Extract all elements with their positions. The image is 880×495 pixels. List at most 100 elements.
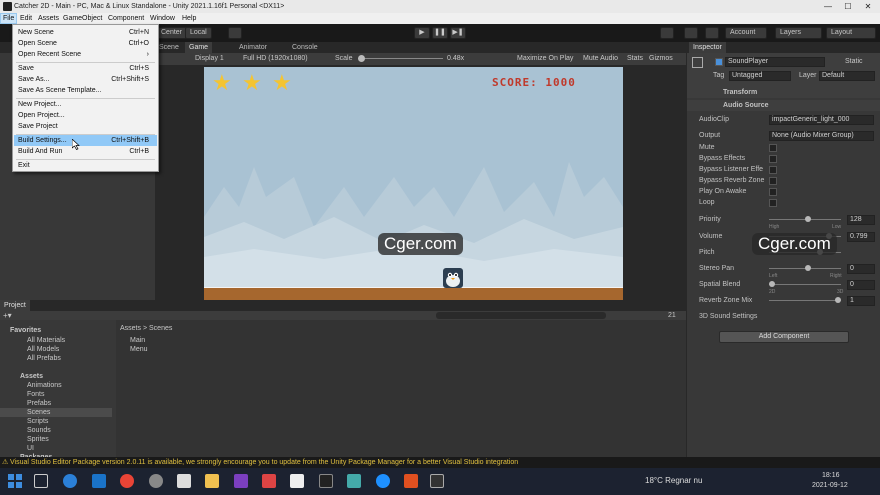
spatial-blend-slider[interactable] xyxy=(769,281,841,287)
folder-ui[interactable]: UI xyxy=(0,444,112,453)
breadcrumb-assets[interactable]: Assets xyxy=(120,325,141,332)
settings-gear-icon[interactable] xyxy=(149,474,163,488)
play-on-awake-checkbox[interactable] xyxy=(769,188,777,196)
menu-file[interactable]: File xyxy=(0,13,18,24)
menu-help[interactable]: Help xyxy=(180,13,198,24)
folder-fonts[interactable]: Fonts xyxy=(0,390,112,399)
menu-build-and-run[interactable]: Build And Run Ctrl+B xyxy=(14,146,157,157)
audio-source-component-header[interactable]: Audio Source xyxy=(687,100,880,111)
menu-assets[interactable]: Assets xyxy=(36,13,61,24)
gizmos-dropdown[interactable]: Gizmos xyxy=(649,53,673,65)
stats-toggle[interactable]: Stats xyxy=(627,53,643,65)
favorites-header[interactable]: Favorites xyxy=(0,326,112,335)
tab-animator[interactable]: Animator xyxy=(235,42,271,53)
store-icon[interactable] xyxy=(177,474,191,488)
tab-scene[interactable]: Scene xyxy=(155,42,183,53)
audioclip-field[interactable]: impactGeneric_light_000 xyxy=(769,115,874,125)
volume-field[interactable]: 0.799 xyxy=(847,232,875,242)
file-explorer-icon[interactable] xyxy=(205,474,219,488)
create-plus-button[interactable]: +▾ xyxy=(3,311,12,320)
reverb-zone-field[interactable]: 1 xyxy=(847,296,875,306)
object-active-checkbox[interactable] xyxy=(715,58,723,66)
clock-time[interactable]: 18:16 xyxy=(822,472,840,479)
static-toggle[interactable]: Static xyxy=(845,58,863,65)
folder-scripts[interactable]: Scripts xyxy=(0,417,112,426)
loop-checkbox[interactable] xyxy=(769,199,777,207)
step-button[interactable]: ▶❚ xyxy=(450,27,466,39)
close-button[interactable]: ✕ xyxy=(858,0,878,13)
fav-all-prefabs[interactable]: All Prefabs xyxy=(0,354,112,363)
visual-studio-icon[interactable] xyxy=(234,474,248,488)
layers-dropdown[interactable]: Layers xyxy=(775,27,822,39)
tab-console[interactable]: Console xyxy=(288,42,322,53)
3d-sound-settings-foldout[interactable]: 3D Sound Settings xyxy=(687,311,880,322)
maximize-button[interactable]: ☐ xyxy=(838,0,858,13)
menu-open-scene[interactable]: Open Scene Ctrl+O xyxy=(14,38,157,49)
priority-slider[interactable] xyxy=(769,216,841,222)
layout-dropdown[interactable]: Layout xyxy=(826,27,876,39)
priority-field[interactable]: 128 xyxy=(847,215,875,225)
tab-inspector[interactable]: Inspector xyxy=(689,42,726,53)
fav-all-models[interactable]: All Models xyxy=(0,345,112,354)
folder-sounds[interactable]: Sounds xyxy=(0,426,112,435)
weather-widget[interactable]: 18°C Regnar nu xyxy=(645,476,702,485)
stereo-pan-slider[interactable] xyxy=(769,265,841,271)
menu-save-as-scene-template[interactable]: Save As Scene Template... xyxy=(14,85,157,96)
add-component-button[interactable]: Add Component xyxy=(719,331,849,343)
output-field[interactable]: None (Audio Mixer Group) xyxy=(769,131,874,141)
project-search-input[interactable] xyxy=(436,312,606,319)
mute-checkbox[interactable] xyxy=(769,144,777,152)
terminal-icon[interactable] xyxy=(319,474,333,488)
assets-folder[interactable]: Assets xyxy=(0,372,112,381)
menu-save-project[interactable]: Save Project xyxy=(14,121,157,132)
folder-scenes[interactable]: Scenes xyxy=(0,408,112,417)
menu-gameobject[interactable]: GameObject xyxy=(61,13,104,24)
menu-exit[interactable]: Exit xyxy=(14,160,157,171)
scene-file-menu[interactable]: Menu xyxy=(130,346,148,353)
ie-icon[interactable] xyxy=(92,474,106,488)
scene-file-main[interactable]: Main xyxy=(130,337,145,344)
account-dropdown[interactable]: Account xyxy=(725,27,767,39)
pause-button[interactable]: ❚❚ xyxy=(432,27,448,39)
bypass-effects-checkbox[interactable] xyxy=(769,155,777,163)
display-dropdown[interactable]: Display 1 xyxy=(195,53,224,65)
folder-sprites[interactable]: Sprites xyxy=(0,435,112,444)
minimize-button[interactable]: — xyxy=(818,0,838,13)
pivot-center-toggle[interactable]: Center xyxy=(156,27,188,39)
breadcrumb-scenes[interactable]: Scenes xyxy=(149,325,172,332)
scale-slider[interactable] xyxy=(358,58,443,59)
layer-dropdown[interactable]: Default xyxy=(819,71,875,81)
status-message[interactable]: Visual Studio Editor Package version 2.0… xyxy=(10,457,518,468)
mute-audio-toggle[interactable]: Mute Audio xyxy=(583,53,618,65)
bypass-reverb-checkbox[interactable] xyxy=(769,177,777,185)
transform-component-header[interactable]: Transform xyxy=(687,87,880,98)
menu-new-project[interactable]: New Project... xyxy=(14,99,157,110)
scale-slider-knob[interactable] xyxy=(358,55,365,62)
object-name-field[interactable]: SoundPlayer xyxy=(725,57,825,67)
tag-dropdown[interactable]: Untagged xyxy=(729,71,791,81)
app-icon[interactable] xyxy=(262,474,276,488)
app-icon-2[interactable] xyxy=(290,474,304,488)
windows-start-icon[interactable] xyxy=(8,474,22,488)
game-canvas[interactable]: ★ ★ ★ SCORE: 1000 Cger.com xyxy=(204,67,623,301)
recorder-icon[interactable] xyxy=(404,474,418,488)
edge-icon[interactable] xyxy=(63,474,77,488)
tab-project[interactable]: Project xyxy=(0,300,30,311)
menu-edit[interactable]: Edit xyxy=(18,13,34,24)
menu-open-project[interactable]: Open Project... xyxy=(14,110,157,121)
search-icon[interactable] xyxy=(660,27,674,39)
collab-icon[interactable] xyxy=(684,27,698,39)
reverb-zone-slider[interactable] xyxy=(769,297,841,303)
menu-save-as[interactable]: Save As... Ctrl+Shift+S xyxy=(14,74,157,85)
spatial-blend-field[interactable]: 0 xyxy=(847,280,875,290)
maximize-on-play-toggle[interactable]: Maximize On Play xyxy=(517,53,573,65)
menu-window[interactable]: Window xyxy=(148,13,177,24)
menu-build-settings[interactable]: Build Settings... Ctrl+Shift+B xyxy=(14,135,157,146)
task-view-icon[interactable] xyxy=(34,474,48,488)
grid-snap-icon[interactable] xyxy=(228,27,242,39)
stereo-pan-field[interactable]: 0 xyxy=(847,264,875,274)
menu-save[interactable]: Save Ctrl+S xyxy=(14,63,157,74)
chrome-icon[interactable] xyxy=(120,474,134,488)
play-button[interactable]: ▶ xyxy=(414,27,430,39)
menu-new-scene[interactable]: New Scene Ctrl+N xyxy=(14,27,157,38)
